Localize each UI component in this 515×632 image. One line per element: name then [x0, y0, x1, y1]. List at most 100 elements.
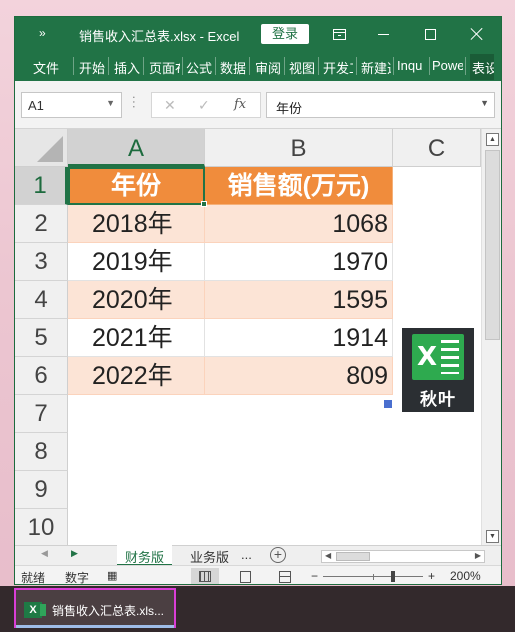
table-cell-sales[interactable]: 1970: [205, 243, 393, 281]
add-sheet-icon[interactable]: +: [270, 547, 286, 563]
zoom-in-button[interactable]: +: [428, 569, 435, 583]
ribbon-divider: [318, 57, 319, 75]
column-header-c[interactable]: C: [393, 129, 481, 167]
sheet-tab-bar: ◀ ▶ 财务版 业务版 ... + ◀ ▶: [15, 545, 501, 566]
column-header-b[interactable]: B: [205, 129, 393, 167]
excel-logo-icon: X: [412, 334, 464, 380]
zoom-level[interactable]: 200%: [450, 569, 481, 583]
qiuye-logo: X 秋叶: [402, 328, 474, 412]
sheet-next-icon[interactable]: ▶: [71, 548, 78, 559]
insert-function-icon[interactable]: fx: [234, 97, 246, 112]
horizontal-scrollbar[interactable]: ◀ ▶: [321, 550, 485, 563]
table-header-year[interactable]: 年份: [68, 167, 205, 205]
scroll-down-icon[interactable]: ▼: [486, 530, 499, 543]
ribbon-divider: [284, 57, 285, 75]
table-cell-year[interactable]: 2020年: [68, 281, 205, 319]
normal-view-button[interactable]: [191, 568, 219, 584]
taskbar-excel-button[interactable]: X 销售收入汇总表.xls...: [14, 588, 176, 628]
tab-view[interactable]: 视图: [289, 58, 315, 77]
taskbar-active-indicator: [16, 625, 174, 628]
check-icon[interactable]: ✓: [198, 97, 210, 114]
macro-record-icon[interactable]: ▦: [107, 569, 117, 582]
logo-brand-text: 秋叶: [420, 390, 456, 409]
table-cell-year[interactable]: 2018年: [68, 205, 205, 243]
sheet-tab-finance[interactable]: 财务版: [117, 545, 173, 566]
tab-data[interactable]: 数据: [220, 58, 246, 77]
scroll-up-icon[interactable]: ▲: [486, 133, 499, 146]
tab-page-layout[interactable]: 页面布: [149, 58, 180, 77]
row-header[interactable]: 7: [15, 395, 68, 433]
login-button[interactable]: 登录: [261, 24, 309, 44]
tab-new-group[interactable]: 新建选: [361, 58, 391, 77]
formula-input[interactable]: 年份 ▼: [266, 92, 495, 118]
row-header[interactable]: 1: [15, 167, 68, 205]
name-box[interactable]: A1 ▼: [21, 92, 122, 118]
table-resize-handle[interactable]: [384, 400, 392, 408]
horizontal-scroll-thumb[interactable]: [336, 552, 370, 561]
zoom-slider-knob[interactable]: [391, 571, 395, 582]
formula-bar: A1 ▼ ··· ✕ ✓ fx 年份 ▼: [15, 81, 501, 129]
chevron-down-icon[interactable]: ▼: [106, 98, 115, 108]
minimize-button[interactable]: [361, 17, 405, 51]
select-all-button[interactable]: [15, 129, 68, 167]
table-header-sales[interactable]: 销售额(万元): [205, 167, 393, 205]
tab-developer[interactable]: 开发工: [323, 58, 353, 77]
maximize-icon: [424, 28, 436, 40]
cancel-icon[interactable]: ✕: [164, 97, 176, 114]
tab-review[interactable]: 审阅: [255, 58, 281, 77]
ribbon-divider: [182, 57, 183, 75]
row-header[interactable]: 8: [15, 433, 68, 471]
sheet-tab-business[interactable]: 业务版: [182, 545, 237, 566]
status-bar: 就绪 数字 ▦ − + 200%: [15, 565, 501, 585]
row-header[interactable]: 3: [15, 243, 68, 281]
column-header-a[interactable]: A: [68, 129, 205, 167]
tab-insert[interactable]: 插入: [114, 58, 140, 77]
table-cell-sales[interactable]: 1068: [205, 205, 393, 243]
row-header[interactable]: 6: [15, 357, 68, 395]
row-header[interactable]: 10: [15, 509, 68, 545]
tab-home[interactable]: 开始: [79, 58, 105, 77]
zoom-out-button[interactable]: −: [311, 569, 318, 583]
table-cell-year[interactable]: 2022年: [68, 357, 205, 395]
table-cell-year[interactable]: 2021年: [68, 319, 205, 357]
ribbon-divider: [215, 57, 216, 75]
expand-formula-bar-icon[interactable]: ▼: [480, 98, 489, 108]
ribbon-display-options-button[interactable]: [317, 17, 361, 51]
vertical-scrollbar[interactable]: ▲ ▼: [481, 129, 501, 545]
resize-handle-icon[interactable]: ···: [127, 95, 143, 109]
table-cell-sales[interactable]: 809: [205, 357, 393, 395]
page-layout-icon: [239, 570, 251, 583]
ribbon-divider: [429, 57, 430, 75]
page-layout-view-button[interactable]: [231, 568, 259, 584]
row-header[interactable]: 4: [15, 281, 68, 319]
zoom-slider[interactable]: [323, 571, 423, 582]
sheet-tab-more[interactable]: ...: [237, 545, 260, 566]
table-cell-sales[interactable]: 1914: [205, 319, 393, 357]
close-button[interactable]: [455, 17, 499, 51]
ribbon-divider: [73, 57, 74, 75]
row-header[interactable]: 9: [15, 471, 68, 509]
window-title: 销售收入汇总表.xlsx - Excel: [79, 29, 240, 44]
zoom-slider-midpoint: [373, 574, 374, 580]
row-header[interactable]: 2: [15, 205, 68, 243]
formula-buttons: ✕ ✓ fx: [151, 92, 261, 118]
sheet-prev-icon[interactable]: ◀: [41, 548, 48, 559]
row-header[interactable]: 5: [15, 319, 68, 357]
status-ready: 就绪: [21, 571, 46, 585]
worksheet-grid[interactable]: A B C 1 2 3 4 5 6 7 8 9 10 年份 销售额(万元) 20…: [15, 129, 481, 545]
tab-formulas[interactable]: 公式: [186, 58, 212, 77]
table-cell-sales[interactable]: 1595: [205, 281, 393, 319]
page-break-view-button[interactable]: [271, 568, 299, 584]
scroll-left-icon[interactable]: ◀: [325, 551, 331, 560]
quick-access-toolbar-button[interactable]: »: [39, 26, 46, 40]
tab-inquire[interactable]: Inqu: [397, 58, 427, 73]
excel-app-icon: X: [24, 602, 46, 618]
scroll-right-icon[interactable]: ▶: [475, 551, 481, 560]
maximize-button[interactable]: [408, 17, 452, 51]
tab-power-pivot[interactable]: Powe: [432, 58, 463, 73]
tab-table-design[interactable]: 表设: [470, 54, 494, 80]
table-cell-year[interactable]: 2019年: [68, 243, 205, 281]
tab-file[interactable]: 文件: [33, 58, 59, 77]
vertical-scroll-thumb[interactable]: [485, 150, 500, 340]
ribbon-tabs: 文件 开始 插入 页面布 公式 数据 审阅 视图 开发工 新建选 Inqu Po…: [15, 51, 501, 81]
